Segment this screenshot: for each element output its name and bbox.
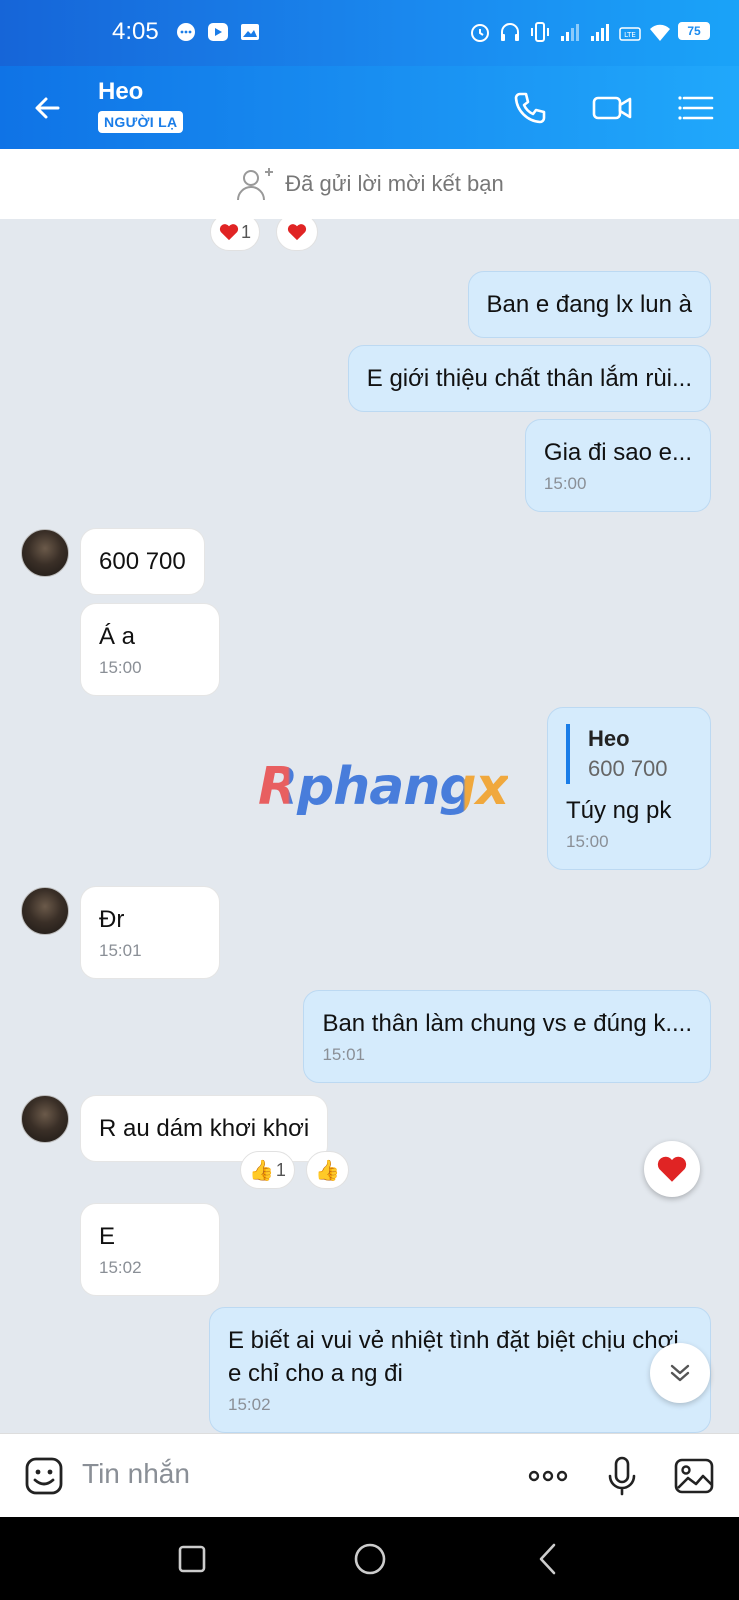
message-text: Ban e đang lx lun à: [486, 291, 693, 318]
friend-request-bar: Đã gửi lời mời kết bạn: [0, 149, 739, 219]
message-text: Đr: [99, 906, 125, 933]
back-icon[interactable]: [530, 1541, 566, 1577]
reaction-count: 1: [275, 1159, 286, 1180]
vibrate-icon: [531, 22, 549, 42]
message-time: 15:02: [228, 1395, 271, 1414]
thumbs-up-icon: 👍: [249, 1159, 274, 1182]
reaction-count: 1: [241, 221, 252, 242]
scroll-to-bottom-button[interactable]: [650, 1343, 710, 1403]
headphones-icon: [501, 23, 519, 41]
quick-heart-button[interactable]: [644, 1141, 700, 1197]
video-call-icon[interactable]: [590, 86, 634, 130]
chat-notification-icon: [177, 23, 195, 41]
signal-icon-1: [561, 24, 579, 41]
friend-request-text: Đã gửi lời mời kết bạn: [285, 171, 504, 196]
contact-avatar[interactable]: [21, 887, 69, 935]
message-time: 15:01: [99, 941, 142, 960]
message-text: 600 700: [99, 548, 186, 575]
reaction-chip[interactable]: 1: [210, 219, 261, 251]
status-time: 4:05: [112, 18, 159, 45]
quoted-message[interactable]: Heo 600 700: [566, 724, 692, 784]
message-text: E biết ai vui vẻ nhiệt tình đặt biệt chị…: [228, 1327, 679, 1387]
message-time: 15:00: [99, 658, 142, 677]
heart-icon: [657, 1156, 687, 1182]
message-bubble-outgoing-reply[interactable]: Heo 600 700 Túy ng pk 15:00: [547, 707, 711, 870]
message-time: 15:00: [543, 474, 587, 493]
microphone-icon[interactable]: [600, 1454, 644, 1498]
stranger-badge: NGƯỜI LẠ: [98, 111, 184, 133]
message-text: R au dám khơi khơi: [99, 1115, 310, 1142]
alarm-icon: [471, 24, 489, 42]
message-text: Á a: [99, 623, 136, 650]
status-bar: 4:05 LTE 75: [0, 0, 739, 66]
message-text: Gia đi sao e...: [543, 439, 692, 466]
add-reaction-button[interactable]: 👍: [306, 1151, 349, 1189]
chat-area[interactable]: 1 Ban e đang lx lun à E giới thiệu chất …: [0, 219, 739, 1433]
message-text: Túy ng pk: [566, 797, 672, 824]
heart-icon: [219, 224, 239, 241]
signal-icon-2: [591, 24, 609, 41]
phone-call-icon[interactable]: [508, 86, 552, 130]
menu-list-icon[interactable]: [676, 86, 720, 130]
reaction-chip[interactable]: 👍 1: [240, 1151, 295, 1189]
wifi-icon: [650, 24, 670, 41]
add-reaction-button[interactable]: [276, 219, 318, 251]
back-arrow-icon[interactable]: [28, 88, 68, 128]
message-bubble-outgoing[interactable]: Ban e đang lx lun à: [467, 271, 711, 338]
video-app-icon: [208, 23, 228, 41]
message-bubble-incoming[interactable]: Đr 15:01: [80, 886, 220, 979]
battery-indicator: 75: [678, 22, 710, 40]
watermark-logo: Rphangx: [258, 757, 509, 817]
message-text: E giới thiệu chất thân lắm rùi...: [366, 365, 692, 392]
message-bubble-incoming[interactable]: R au dám khơi khơi: [80, 1095, 329, 1162]
more-options-icon[interactable]: [526, 1454, 570, 1498]
message-input-bar: Tin nhắn: [0, 1433, 739, 1517]
message-time: 15:00: [566, 832, 609, 851]
image-gallery-icon[interactable]: [672, 1454, 716, 1498]
svg-text:LTE: LTE: [624, 31, 636, 39]
message-bubble-outgoing[interactable]: Gia đi sao e... 15:00: [524, 419, 711, 512]
quoted-sender: Heo: [588, 726, 630, 751]
message-bubble-incoming[interactable]: Á a 15:00: [80, 603, 220, 696]
chat-header: Heo NGƯỜI LẠ: [0, 66, 739, 149]
quoted-text: 600 700: [588, 756, 668, 781]
contact-name[interactable]: Heo: [98, 78, 143, 106]
double-chevron-down-icon: [670, 1364, 690, 1382]
message-bubble-incoming[interactable]: 600 700: [80, 528, 205, 595]
thumbs-up-icon: 👍: [315, 1159, 340, 1182]
message-text: Ban thân làm chung vs e đúng k....: [322, 1010, 692, 1037]
add-friend-icon: [237, 168, 274, 201]
recent-apps-icon[interactable]: [174, 1541, 210, 1577]
heart-icon: [287, 224, 307, 241]
message-text: E: [99, 1223, 116, 1250]
contact-avatar[interactable]: [21, 529, 69, 577]
sticker-icon[interactable]: [22, 1454, 66, 1498]
gallery-notification-icon: [241, 24, 259, 40]
system-navigation-bar: [0, 1517, 739, 1600]
message-bubble-outgoing[interactable]: E biết ai vui vẻ nhiệt tình đặt biệt chị…: [209, 1307, 711, 1433]
volte-icon: LTE: [619, 27, 641, 41]
message-bubble-incoming[interactable]: E 15:02: [80, 1203, 220, 1296]
message-bubble-outgoing[interactable]: Ban thân làm chung vs e đúng k.... 15:01: [303, 990, 711, 1083]
contact-avatar[interactable]: [21, 1095, 69, 1143]
message-bubble-outgoing[interactable]: E giới thiệu chất thân lắm rùi...: [347, 345, 711, 412]
message-input[interactable]: Tin nhắn: [82, 1458, 190, 1490]
home-icon[interactable]: [352, 1541, 388, 1577]
message-time: 15:02: [99, 1258, 142, 1277]
message-time: 15:01: [322, 1045, 365, 1064]
